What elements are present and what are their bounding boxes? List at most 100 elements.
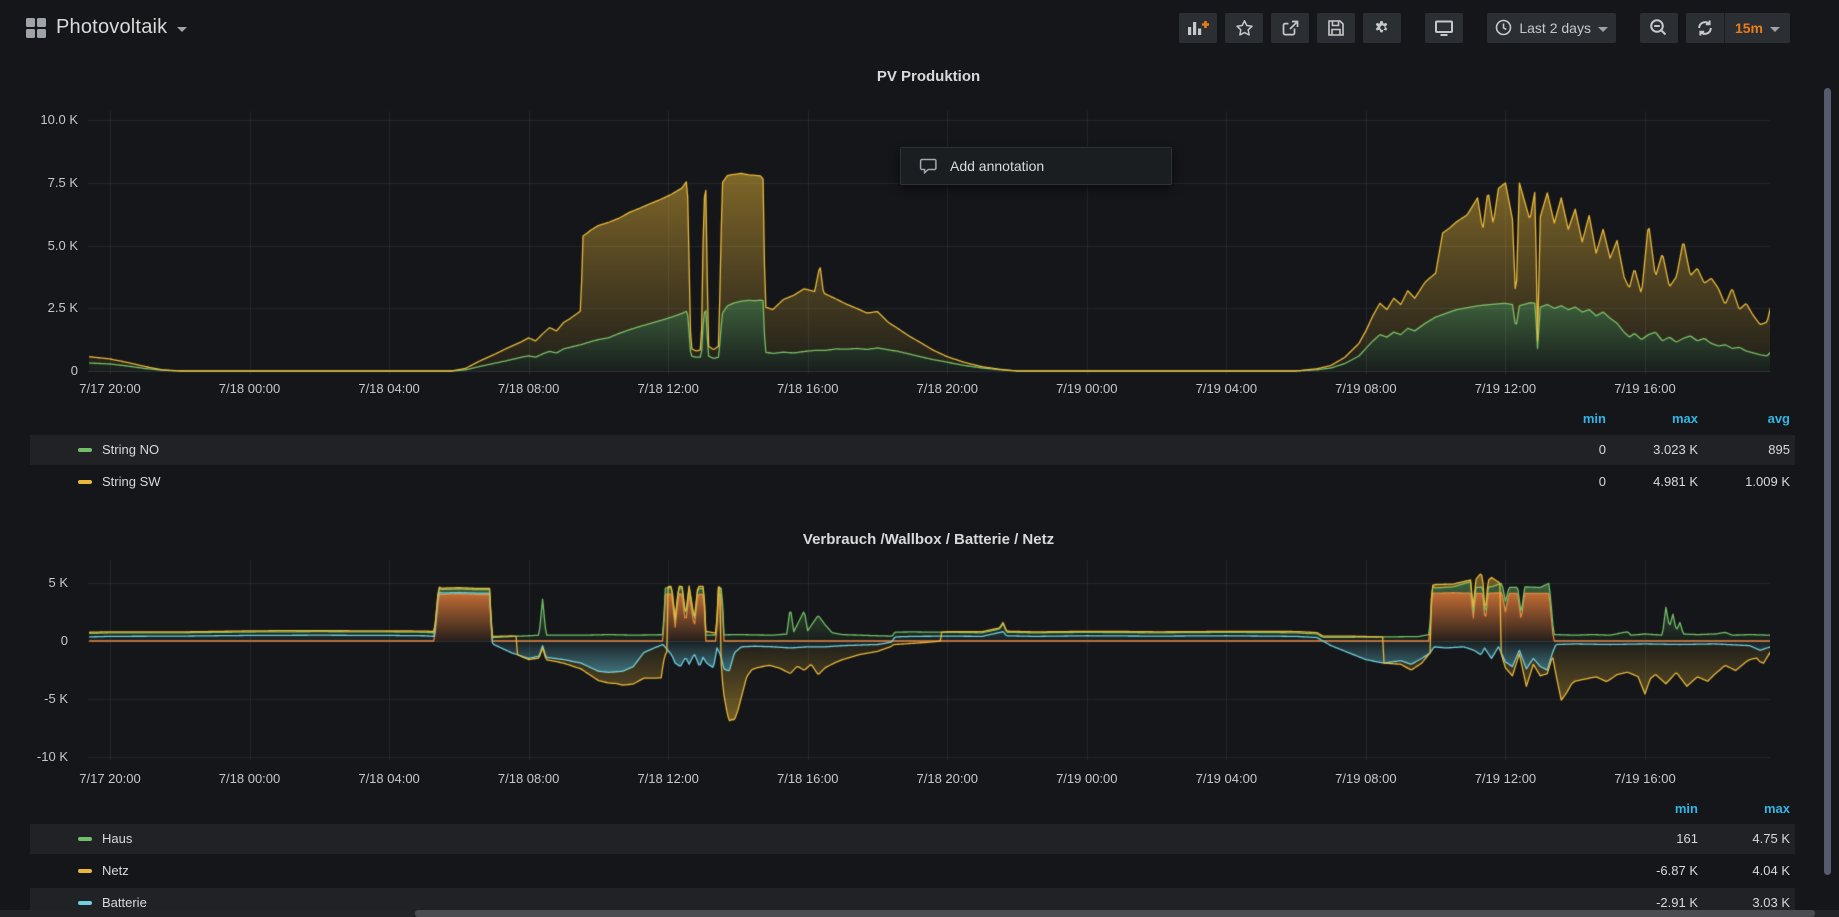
y-tick-label: 10.0 K [0, 112, 78, 127]
x-tick-label: 7/18 04:00 [329, 381, 449, 396]
tv-mode-button[interactable] [1425, 13, 1463, 43]
legend-value-max: 4.981 K [1606, 467, 1698, 497]
legend-value-min: 0 [1514, 435, 1606, 465]
series-color-swatch [78, 480, 92, 484]
legend-row-netz[interactable]: Netz -6.87 K4.04 K [30, 856, 1795, 886]
horizontal-scrollbar-track [0, 910, 1839, 917]
zoom-out-icon [1649, 18, 1668, 37]
legend-column-min[interactable]: min [1606, 796, 1698, 822]
x-tick-label: 7/19 12:00 [1445, 381, 1565, 396]
pv-produktion-chart[interactable] [88, 100, 1770, 380]
x-tick-label: 7/19 08:00 [1306, 771, 1426, 786]
y-tick-label: -5 K [0, 691, 68, 706]
x-tick-label: 7/19 12:00 [1445, 771, 1565, 786]
legend-column-max[interactable]: max [1606, 406, 1698, 432]
add-panel-button[interactable] [1179, 13, 1217, 43]
dashboard-title: Photovoltaik [56, 16, 167, 39]
toolbar: Last 2 days [1179, 13, 1839, 43]
series-label[interactable]: Haus [102, 824, 132, 854]
refresh-group: 15m [1686, 13, 1790, 43]
legend-value-avg: 1.009 K [1698, 467, 1790, 497]
gear-icon [1373, 18, 1392, 37]
legend-column-max[interactable]: max [1698, 796, 1790, 822]
refresh-interval-picker[interactable]: 15m [1725, 13, 1790, 43]
series-color-swatch [78, 901, 92, 905]
series-color-swatch [78, 448, 92, 452]
legend-value-max: 4.75 K [1698, 824, 1790, 854]
y-tick-label: 0 [0, 363, 78, 378]
settings-button[interactable] [1363, 13, 1401, 43]
y-tick-label: 2.5 K [0, 300, 78, 315]
refresh-button[interactable] [1686, 13, 1724, 43]
monitor-icon [1434, 19, 1454, 37]
mark-favorite-button[interactable] [1225, 13, 1263, 43]
verbrauch-chart[interactable] [88, 556, 1770, 768]
share-icon [1281, 19, 1300, 37]
chevron-down-icon [1598, 27, 1608, 32]
save-button[interactable] [1317, 13, 1355, 43]
horizontal-scrollbar-thumb[interactable] [415, 910, 1815, 917]
x-tick-label: 7/19 08:00 [1306, 381, 1426, 396]
x-tick-label: 7/19 04:00 [1166, 381, 1286, 396]
x-tick-label: 7/18 00:00 [190, 381, 310, 396]
star-icon [1235, 19, 1254, 37]
x-tick-label: 7/18 08:00 [469, 381, 589, 396]
refresh-interval-label: 15m [1735, 20, 1763, 36]
series-label[interactable]: String NO [102, 435, 159, 465]
panel-title-verbrauch[interactable]: Verbrauch /Wallbox / Batterie / Netz [88, 531, 1769, 548]
legend-value-min: 0 [1514, 467, 1606, 497]
legend-value-avg: 895 [1698, 435, 1790, 465]
chevron-down-icon [177, 27, 187, 32]
x-tick-label: 7/19 16:00 [1585, 771, 1705, 786]
y-tick-label: 0 [0, 633, 68, 648]
y-tick-label: -10 K [0, 749, 68, 764]
time-range-picker[interactable]: Last 2 days [1487, 13, 1616, 43]
series-label[interactable]: Netz [102, 856, 129, 886]
legend-column-min[interactable]: min [1514, 406, 1606, 432]
add-annotation-menu-item[interactable]: Add annotation [900, 147, 1172, 185]
x-tick-label: 7/18 04:00 [329, 771, 449, 786]
x-tick-label: 7/19 00:00 [1027, 381, 1147, 396]
chevron-down-icon [1770, 27, 1780, 32]
x-tick-label: 7/19 00:00 [1027, 771, 1147, 786]
nav-bar: Photovoltaik [0, 0, 1839, 55]
x-tick-label: 7/18 12:00 [608, 381, 728, 396]
y-tick-label: 5.0 K [0, 238, 78, 253]
x-tick-label: 7/18 20:00 [887, 381, 1007, 396]
clock-icon [1495, 19, 1512, 36]
legend-row-haus[interactable]: Haus 1614.75 K [30, 824, 1795, 854]
vertical-scrollbar-thumb[interactable] [1824, 88, 1831, 875]
x-tick-label: 7/19 04:00 [1166, 771, 1286, 786]
refresh-icon [1696, 19, 1714, 37]
y-tick-label: 7.5 K [0, 175, 78, 190]
comment-icon [919, 157, 938, 175]
share-button[interactable] [1271, 13, 1309, 43]
series-label[interactable]: String SW [102, 467, 161, 497]
x-tick-label: 7/18 16:00 [748, 381, 868, 396]
legend-row-string-no[interactable]: String NO 03.023 K895 [30, 435, 1795, 465]
x-tick-label: 7/18 16:00 [748, 771, 868, 786]
x-tick-label: 7/17 20:00 [50, 381, 170, 396]
x-tick-label: 7/19 16:00 [1585, 381, 1705, 396]
add-annotation-label: Add annotation [950, 158, 1044, 174]
x-tick-label: 7/17 20:00 [50, 771, 170, 786]
panel-title-pv-produktion[interactable]: PV Produktion [88, 68, 1769, 85]
legend-row-string-sw[interactable]: String SW 04.981 K1.009 K [30, 467, 1795, 497]
time-range-label: Last 2 days [1519, 20, 1591, 36]
series-color-swatch [78, 837, 92, 841]
legend-value-min: 161 [1606, 824, 1698, 854]
zoom-out-button[interactable] [1640, 13, 1678, 43]
x-tick-label: 7/18 12:00 [608, 771, 728, 786]
legend-value-max: 4.04 K [1698, 856, 1790, 886]
x-tick-label: 7/18 20:00 [887, 771, 1007, 786]
save-icon [1327, 19, 1345, 37]
legend-value-min: -6.87 K [1606, 856, 1698, 886]
legend-value-max: 3.023 K [1606, 435, 1698, 465]
grafana-dashboard: Photovoltaik [0, 0, 1839, 917]
bar-chart-add-icon [1187, 19, 1209, 36]
dashboard-title-dropdown[interactable]: Photovoltaik [0, 16, 187, 39]
dashboard-grid-icon [26, 18, 46, 38]
legend-column-avg[interactable]: avg [1698, 406, 1790, 432]
x-tick-label: 7/18 00:00 [190, 771, 310, 786]
series-color-swatch [78, 869, 92, 873]
